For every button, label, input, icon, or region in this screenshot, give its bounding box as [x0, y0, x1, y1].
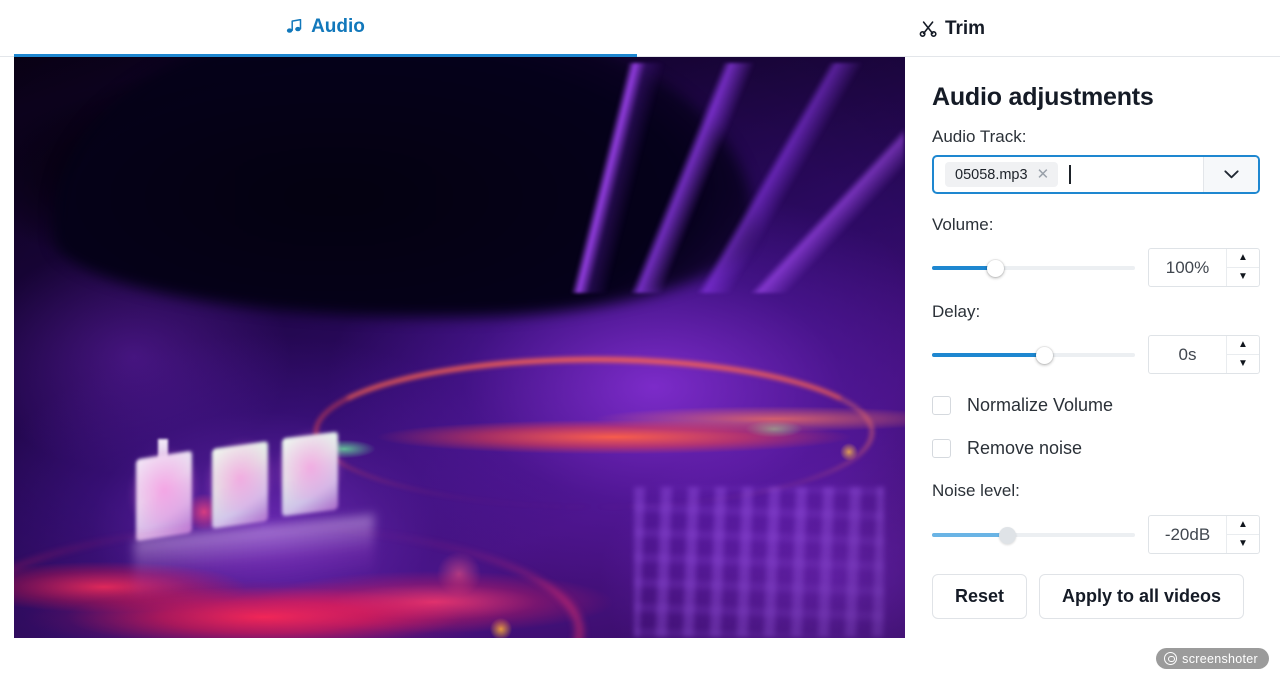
delay-numberbox[interactable]: 0s ▲ ▼ [1148, 335, 1260, 374]
volume-increment-button[interactable]: ▲ [1227, 249, 1259, 268]
delay-row: 0s ▲ ▼ [932, 335, 1260, 374]
noise-level-value[interactable]: -20dB [1149, 516, 1226, 553]
volume-slider[interactable] [932, 257, 1135, 279]
text-cursor [1069, 165, 1071, 184]
noise-level-decrement-button[interactable]: ▼ [1227, 535, 1259, 553]
noise-level-row: -20dB ▲ ▼ [932, 515, 1260, 554]
audio-track-label: Audio Track: [932, 127, 1027, 146]
volume-numberbox[interactable]: 100% ▲ ▼ [1148, 248, 1260, 287]
reset-button[interactable]: Reset [932, 574, 1028, 619]
volume-label: Volume: [932, 215, 994, 234]
noise-level-slider[interactable] [932, 524, 1135, 546]
tab-trim-label: Trim [944, 17, 986, 39]
video-preview[interactable] [14, 57, 905, 638]
volume-decrement-button[interactable]: ▼ [1227, 268, 1259, 286]
noise-level-label: Noise level: [932, 481, 1020, 500]
volume-value[interactable]: 100% [1149, 249, 1226, 286]
vignette-overlay [14, 57, 905, 638]
tab-trim[interactable]: Trim [637, 0, 1267, 57]
delay-slider-fill [932, 352, 1044, 357]
audio-editor-app: Audio Trim Audio adjustments Audio Track… [0, 0, 1280, 678]
video-frame-image [14, 57, 905, 638]
normalize-volume-checkbox[interactable] [932, 396, 951, 415]
remove-noise-checkbox[interactable] [932, 439, 951, 458]
volume-row: 100% ▲ ▼ [932, 248, 1260, 287]
remove-noise-label: Remove noise [967, 438, 1083, 458]
chevron-down-icon[interactable] [1203, 157, 1258, 192]
volume-stepper: ▲ ▼ [1226, 249, 1259, 286]
normalize-volume-row[interactable]: Normalize Volume [932, 395, 1260, 416]
noise-level-slider-thumb[interactable] [999, 526, 1017, 544]
audio-adjustments-panel: Audio adjustments Audio Track: 05058.mp3… [912, 57, 1280, 678]
delay-decrement-button[interactable]: ▼ [1227, 355, 1259, 373]
tab-audio[interactable]: Audio [14, 0, 637, 57]
remove-noise-row[interactable]: Remove noise [932, 438, 1260, 459]
close-icon[interactable]: ✕ [1037, 167, 1050, 182]
panel-title: Audio adjustments [932, 83, 1154, 111]
delay-increment-button[interactable]: ▲ [1227, 336, 1259, 355]
normalize-volume-label: Normalize Volume [967, 395, 1114, 415]
apply-to-all-videos-button[interactable]: Apply to all videos [1039, 574, 1245, 619]
audio-track-select[interactable]: 05058.mp3 ✕ [932, 155, 1260, 194]
delay-label: Delay: [932, 302, 981, 321]
panel-actions: Reset Apply to all videos [932, 574, 1260, 619]
scissors-icon [919, 19, 937, 40]
screenshoter-watermark: screenshoter [1156, 648, 1269, 669]
noise-level-numberbox[interactable]: -20dB ▲ ▼ [1148, 515, 1260, 554]
volume-slider-fill [932, 265, 995, 270]
music-note-icon [286, 18, 303, 37]
tab-audio-label: Audio [311, 16, 365, 37]
volume-slider-thumb[interactable] [986, 259, 1004, 277]
audio-track-chip-label: 05058.mp3 [955, 166, 1028, 183]
audio-track-input[interactable]: 05058.mp3 ✕ [934, 157, 1203, 192]
tab-bar: Audio Trim [0, 0, 1280, 57]
noise-level-slider-fill [932, 532, 1008, 537]
delay-slider[interactable] [932, 344, 1135, 366]
audio-track-chip: 05058.mp3 ✕ [945, 162, 1059, 187]
noise-level-increment-button[interactable]: ▲ [1227, 516, 1259, 535]
delay-stepper: ▲ ▼ [1226, 336, 1259, 373]
delay-value[interactable]: 0s [1149, 336, 1226, 373]
noise-level-stepper: ▲ ▼ [1226, 516, 1259, 553]
at-sign-icon [1164, 652, 1178, 665]
watermark-label: screenshoter [1182, 651, 1258, 666]
delay-slider-thumb[interactable] [1035, 346, 1053, 364]
